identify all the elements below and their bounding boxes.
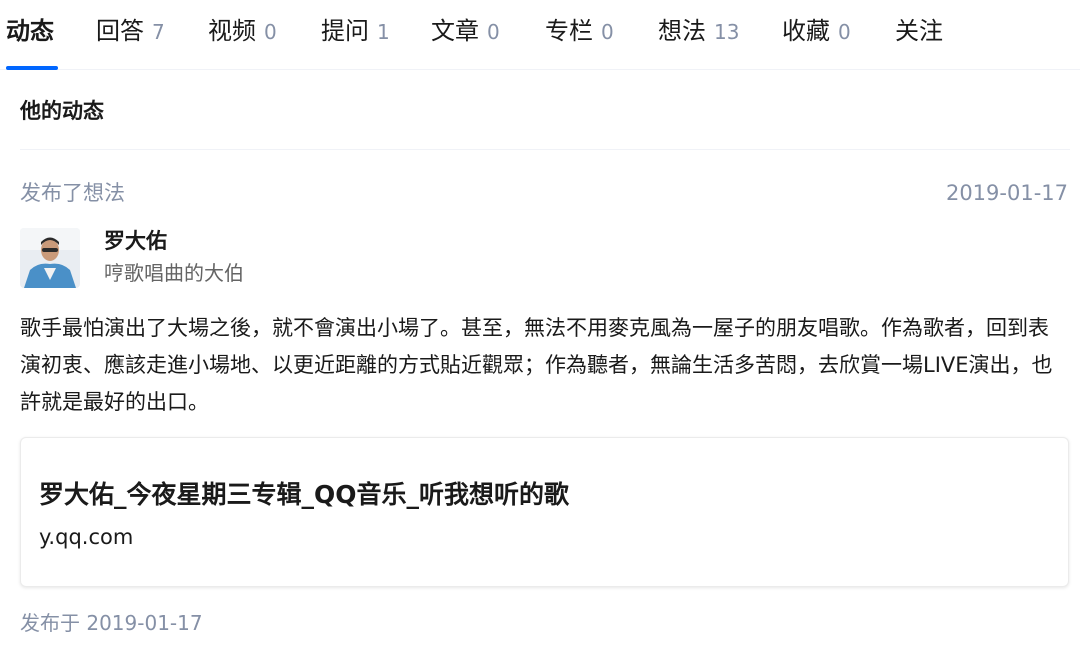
section-title: 他的动态	[20, 99, 104, 123]
tab-count: 0	[838, 20, 851, 44]
tab-count: 7	[152, 20, 165, 44]
tab-pins[interactable]: 想法 13	[658, 14, 739, 48]
tab-collections[interactable]: 收藏 0	[782, 14, 851, 48]
author-name[interactable]: 罗大佑	[104, 226, 167, 256]
tab-label: 专栏	[545, 17, 593, 45]
tab-label: 想法	[658, 17, 706, 45]
tab-activity[interactable]: 动态	[6, 14, 54, 48]
activity-action-label: 发布了想法	[20, 181, 125, 205]
tab-count: 0	[601, 20, 614, 44]
link-card-title: 罗大佑_今夜星期三专辑_QQ音乐_听我想听的歌	[39, 480, 570, 509]
tab-label: 收藏	[782, 17, 830, 45]
tab-videos[interactable]: 视频 0	[208, 14, 277, 48]
tab-following[interactable]: 关注	[895, 14, 943, 48]
tab-articles[interactable]: 文章 0	[431, 14, 500, 48]
activity-date: 2019-01-17	[945, 181, 1068, 205]
tab-label: 关注	[895, 17, 943, 45]
profile-tab-bar: 动态 回答 7 视频 0 提问 1 文章 0 专栏 0 想法 13 收藏 0 关注	[0, 0, 1080, 70]
author-bio: 哼歌唱曲的大伯	[104, 261, 244, 285]
tab-label: 视频	[208, 17, 256, 45]
tab-columns[interactable]: 专栏 0	[545, 14, 614, 48]
tab-label: 动态	[6, 17, 54, 45]
tab-count: 1	[377, 20, 390, 44]
avatar-image	[20, 228, 80, 288]
tab-label: 文章	[431, 17, 479, 45]
link-card[interactable]: 罗大佑_今夜星期三专辑_QQ音乐_听我想听的歌 y.qq.com	[20, 437, 1069, 587]
tab-label: 提问	[321, 17, 369, 45]
tab-count: 0	[264, 20, 277, 44]
author-avatar[interactable]	[20, 228, 80, 288]
tab-count: 0	[487, 20, 500, 44]
tab-count: 13	[714, 20, 740, 44]
section-divider	[20, 149, 1070, 150]
link-card-url: y.qq.com	[39, 525, 134, 549]
tab-answers[interactable]: 回答 7	[96, 14, 165, 48]
active-tab-indicator	[6, 66, 58, 70]
tab-questions[interactable]: 提问 1	[321, 14, 390, 48]
published-time[interactable]: 发布于 2019-01-17	[20, 608, 203, 638]
pin-content: 歌手最怕演出了大場之後，就不會演出小場了。甚至，無法不用麥克風為一屋子的朋友唱歌…	[20, 316, 1053, 414]
tab-label: 回答	[96, 17, 144, 45]
